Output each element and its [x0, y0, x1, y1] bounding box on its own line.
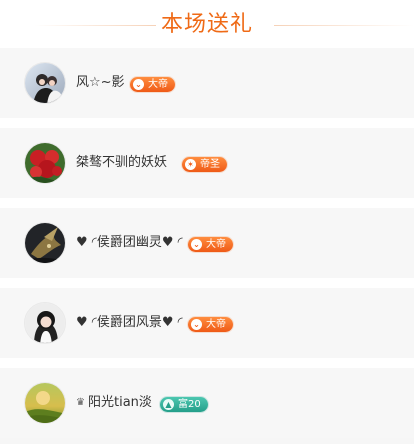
gifter-row[interactable]: ♥ ◜侯爵团幽灵♥ ◜ ⌄ 大帝 — [0, 208, 414, 278]
avatar-woman-portrait-icon — [25, 303, 65, 343]
level-badge: ⌄ 大帝 — [188, 317, 233, 332]
row-spacer — [0, 198, 414, 208]
gifter-name[interactable]: 风☆~影 — [76, 74, 125, 92]
gifter-name[interactable]: 桀骜不驯的妖妖 — [76, 154, 167, 172]
gifter-row[interactable]: ♥ ◜侯爵团风景♥ ◜ ⌄ 大帝 — [0, 288, 414, 358]
level-badge: ✶ 帝圣 — [182, 157, 227, 172]
emperor-icon: ⌄ — [133, 79, 144, 90]
level-badge: ⌄ 大帝 — [188, 237, 233, 252]
gifter-row[interactable]: 风☆~影 ⌄ 大帝 — [0, 48, 414, 118]
level-badge: ▲ 富20 — [160, 397, 208, 412]
gift-list-page: 本场送礼 风☆~影 ⌄ 大帝 桀骜不驯的妖妖 ✶ 帝圣 ♥ ◜侯爵团幽灵♥ ◜ … — [0, 0, 414, 444]
avatar[interactable] — [24, 222, 66, 264]
avatar[interactable] — [24, 302, 66, 344]
gifter-name[interactable]: ♛ 阳光tian淡 — [76, 394, 152, 412]
row-spacer — [0, 118, 414, 128]
gifter-row[interactable]: 桀骜不驯的妖妖 ✶ 帝圣 — [0, 128, 414, 198]
row-spacer — [0, 278, 414, 288]
crown-icon: ♛ — [76, 397, 85, 408]
avatar-roses-icon — [25, 143, 65, 183]
gifter-name[interactable]: ♥ ◜侯爵团风景♥ ◜ — [76, 314, 183, 332]
avatar-dark-creature-icon — [25, 223, 65, 263]
level-badge: ⌄ 大帝 — [130, 77, 175, 92]
badge-label: 大帝 — [206, 239, 226, 250]
emperor-icon: ⌄ — [191, 319, 202, 330]
gifter-name[interactable]: ♥ ◜侯爵团幽灵♥ ◜ — [76, 234, 183, 252]
badge-label: 大帝 — [206, 319, 226, 330]
avatar[interactable] — [24, 382, 66, 424]
gifter-name-text: 阳光tian淡 — [88, 395, 152, 410]
avatar[interactable] — [24, 62, 66, 104]
badge-label: 富20 — [178, 399, 201, 410]
badge-label: 大帝 — [148, 79, 168, 90]
avatar[interactable] — [24, 142, 66, 184]
saint-icon: ✶ — [185, 159, 196, 170]
emperor-icon: ⌄ — [191, 239, 202, 250]
avatar-couple-icon — [25, 63, 65, 103]
badge-label: 帝圣 — [200, 159, 220, 170]
gifter-row[interactable]: ♛ 阳光tian淡 ▲ 富20 — [0, 368, 414, 438]
avatar-sunset-field-icon — [25, 383, 65, 423]
row-spacer — [0, 358, 414, 368]
rich-icon: ▲ — [163, 399, 174, 410]
section-header: 本场送礼 — [0, 0, 414, 48]
header-divider-right — [274, 25, 414, 26]
